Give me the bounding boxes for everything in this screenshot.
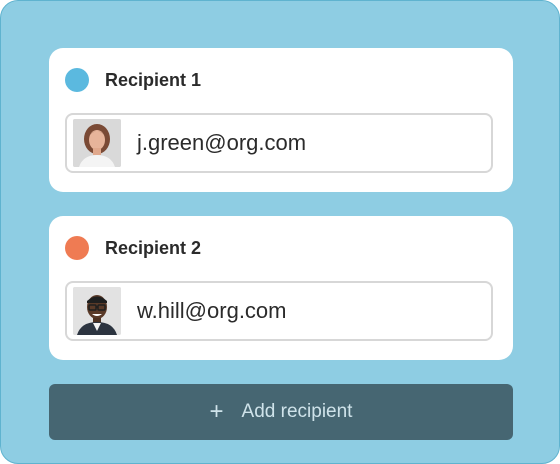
recipient-email-1: j.green@org.com	[137, 130, 307, 155]
recipient-title-1: Recipient 1	[105, 69, 202, 90]
add-recipient-label: Add recipient	[241, 401, 353, 422]
avatar	[73, 287, 121, 335]
recipient-color-dot-1	[65, 68, 89, 92]
recipient-email-2: w.hill@org.com	[137, 298, 287, 323]
recipient-email-field-1[interactable]: j.green@org.com	[65, 113, 493, 173]
recipients-panel: Recipient 1 j.green@org.com Recipient 2	[0, 0, 560, 464]
recipient-card-1: Recipient 1 j.green@org.com	[49, 48, 513, 192]
man-avatar-icon	[73, 287, 121, 335]
recipient-color-dot-2	[65, 236, 89, 260]
recipient-header-2: Recipient 2	[65, 236, 201, 260]
woman-avatar-icon	[73, 119, 121, 167]
plus-icon: +	[209, 398, 224, 425]
recipient-card-2: Recipient 2 w.hill@org.com	[49, 216, 513, 360]
recipient-title-2: Recipient 2	[105, 237, 202, 258]
recipient-email-field-2[interactable]: w.hill@org.com	[65, 281, 493, 341]
add-recipient-button[interactable]: + Add recipient	[49, 384, 513, 440]
avatar	[73, 119, 121, 167]
recipient-header-1: Recipient 1	[65, 68, 201, 92]
